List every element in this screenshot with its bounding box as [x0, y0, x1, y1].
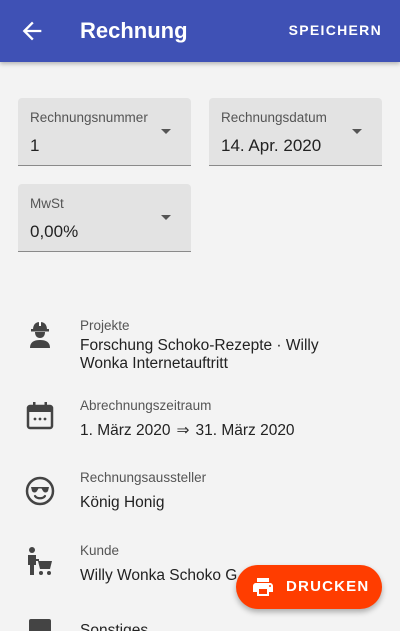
- note-icon: [29, 619, 51, 631]
- invoice-number-value: 1: [30, 136, 40, 155]
- vat-select[interactable]: MwSt 0,00%: [18, 184, 191, 252]
- misc-label: Sonstiges: [80, 622, 149, 631]
- invoice-date-label: Rechnungsdatum: [221, 110, 327, 125]
- customer-cart-icon: [28, 547, 52, 575]
- page-title: Rechnung: [80, 18, 188, 43]
- app-bar: Rechnung SPEICHERN: [0, 0, 400, 62]
- billing-period-label: Abrechnungszeitraum: [80, 398, 212, 413]
- double-arrow-icon: ⇒: [176, 422, 190, 439]
- vat-label: MwSt: [30, 196, 64, 211]
- invoice-date-select[interactable]: Rechnungsdatum 14. Apr. 2020: [209, 98, 382, 166]
- arrow-left-icon[interactable]: [18, 17, 46, 45]
- period-start: 1. März 2020: [80, 422, 171, 439]
- worker-icon: [30, 321, 50, 348]
- issuer-value: König Honig: [80, 494, 165, 511]
- invoice-screen: Rechnung SPEICHERN Rechnungsnummer 1 Rec…: [0, 0, 400, 631]
- misc-row[interactable]: Sonstiges: [0, 619, 400, 631]
- print-button-label: DRUCKEN: [286, 578, 370, 595]
- printer-icon: [253, 578, 273, 596]
- issuer-row[interactable]: Rechnungsaussteller König Honig: [0, 470, 400, 511]
- period-end: 31. März 2020: [195, 422, 295, 439]
- save-button[interactable]: SPEICHERN: [289, 22, 382, 38]
- invoice-date-value: 14. Apr. 2020: [221, 136, 322, 155]
- billing-period-value: 1. März 2020 ⇒ 31. März 2020: [80, 422, 370, 440]
- vat-value: 0,00%: [30, 222, 79, 241]
- dropdown-caret-icon: [161, 129, 171, 134]
- issuer-label: Rechnungsaussteller: [80, 470, 207, 485]
- calendar-icon: [26, 402, 54, 430]
- invoice-number-label: Rechnungsnummer: [30, 110, 148, 125]
- print-button[interactable]: DRUCKEN: [236, 565, 382, 609]
- projects-value: Forschung Schoko-Rezepte · Willy Wonka I…: [80, 337, 319, 372]
- billing-period-row[interactable]: Abrechnungszeitraum 1. März 2020 ⇒ 31. Mär…: [0, 398, 400, 440]
- sunglasses-face-icon: [25, 476, 55, 506]
- projects-label: Projekte: [80, 318, 130, 333]
- customer-label: Kunde: [80, 543, 120, 558]
- dropdown-caret-icon: [352, 129, 362, 134]
- dropdown-caret-icon: [161, 215, 171, 220]
- projects-row[interactable]: Projekte Forschung Schoko-Rezepte · Will…: [0, 318, 400, 378]
- invoice-number-select[interactable]: Rechnungsnummer 1: [18, 98, 191, 166]
